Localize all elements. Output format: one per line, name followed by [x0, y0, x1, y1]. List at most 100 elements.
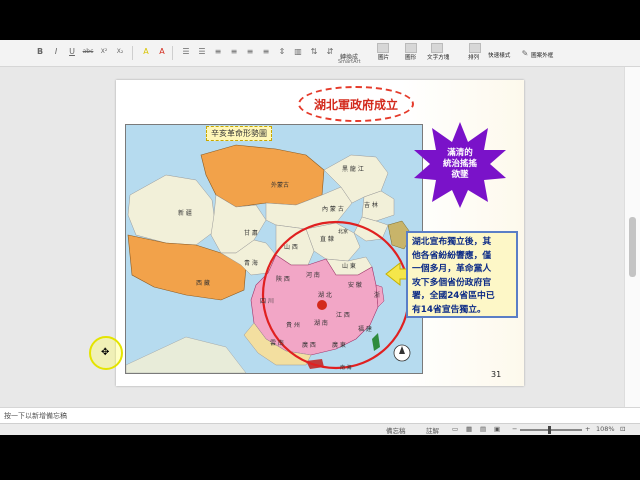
map-label-beijing: 北京	[338, 228, 348, 235]
starburst-line-2: 統治搖搖	[442, 159, 477, 169]
highlight-color-button[interactable]: A	[140, 46, 152, 58]
textbox-button-label[interactable]: 文字方塊	[427, 53, 449, 61]
comments-toggle[interactable]: 註解	[426, 425, 439, 435]
callout-line-2: 他各省紛紛響應，僅	[412, 250, 492, 261]
fengtian-region	[353, 216, 389, 242]
vertical-scrollbar[interactable]	[624, 67, 640, 407]
slide-canvas[interactable]: 湖北軍政府成立 新 疆 外蒙古 黑 龍 江 吉 林 內 蒙 古 甘 肅 青 海 …	[116, 80, 524, 386]
map-label-xinjiang: 新 疆	[178, 209, 192, 217]
underline-button[interactable]: U	[66, 46, 78, 58]
map-title-tag: 辛亥革命形勢圖	[206, 126, 272, 141]
map-label-shandong: 山 東	[342, 262, 356, 270]
map-label-guangxi: 廣 西	[302, 341, 316, 349]
align-left-icon[interactable]: ≡	[212, 46, 224, 58]
ribbon-divider	[172, 46, 173, 60]
subscript-button[interactable]: X₂	[114, 46, 126, 58]
arrange-button-label[interactable]: 排列	[468, 53, 479, 61]
map-label-shanxi: 山 西	[284, 243, 298, 251]
map-label-fujian: 福 建	[358, 325, 372, 333]
map-label-jiangxi: 江 西	[336, 312, 350, 319]
shape-button-label[interactable]: 圖形	[405, 53, 416, 61]
map-label-hunan: 湖 南	[314, 319, 328, 327]
map-label-yunnan: 雲 南	[270, 339, 284, 347]
zoom-slider-handle[interactable]	[548, 426, 551, 434]
starburst-text: 滿清的 統治搖搖 欲墜	[428, 148, 492, 181]
image-button-label[interactable]: 圖片	[378, 53, 389, 61]
cursor-icon: ✥	[101, 347, 110, 358]
taiwan-island	[372, 333, 380, 351]
align-center-icon[interactable]: ≡	[228, 46, 240, 58]
map-label-shaanxi: 陝 西	[276, 275, 290, 283]
formatting-ribbon: B I U abc X² X₂ A A ☰ ☰ ≡ ≡ ≡ ≡ ⇕ ▥ ⇅ ⇵ …	[0, 40, 640, 67]
ribbon-divider	[132, 46, 133, 60]
top-black-bar	[0, 0, 640, 40]
map-label-sichuan: 四 川	[260, 298, 274, 305]
map-label-henan: 河 南	[306, 271, 320, 279]
image-icon[interactable]	[377, 43, 389, 53]
bullets-icon[interactable]: ☰	[180, 46, 192, 58]
zoom-in-icon[interactable]: +	[585, 425, 590, 433]
zoom-out-icon[interactable]: −	[512, 425, 517, 433]
slide-number: 31	[491, 370, 502, 379]
map-label-jilin: 吉 林	[364, 201, 378, 209]
map-label-nanhai: 南 海	[340, 364, 352, 371]
callout-line-6: 有14省宣告獨立。	[412, 304, 486, 315]
map-label-gansu: 甘 肅	[244, 229, 258, 237]
numbering-icon[interactable]: ☰	[196, 46, 208, 58]
revolution-map[interactable]: 新 疆 外蒙古 黑 龍 江 吉 林 內 蒙 古 甘 肅 青 海 西 藏 直 隸 …	[125, 124, 423, 374]
bold-button[interactable]: B	[34, 46, 46, 58]
callout-line-3: 一個多月，革命黨人	[412, 264, 492, 274]
map-label-neimenggu: 內 蒙 古	[322, 205, 344, 213]
strikethrough-button[interactable]: abc	[82, 46, 94, 58]
line-spacing-icon[interactable]: ⇕	[276, 46, 288, 58]
arrange-icon[interactable]	[469, 43, 481, 53]
slide-title: 湖北軍政府成立	[313, 97, 398, 112]
map-label-hubei: 湖 北	[318, 291, 332, 299]
notes-toggle[interactable]: 備忘稿	[386, 425, 406, 435]
slide-title-ellipse[interactable]: 湖北軍政府成立	[298, 86, 414, 122]
quick-style-label[interactable]: 快速樣式	[488, 51, 510, 59]
map-label-qinghai: 青 海	[244, 259, 258, 267]
columns-icon[interactable]: ▥	[292, 46, 304, 58]
map-label-guangdong: 廣 東	[332, 341, 346, 349]
callout-line-1: 湖北宣布獨立後，其	[412, 237, 492, 247]
starburst-line-3: 欲墜	[451, 170, 469, 180]
fit-window-icon[interactable]: ⊡	[620, 425, 625, 433]
callout-line-5: 署，全國24省區中已	[412, 291, 495, 301]
map-label-zhili: 直 隸	[320, 235, 334, 243]
shape-fill-icon[interactable]: ✎	[519, 48, 531, 60]
map-label-zhejiang: 浙	[374, 291, 380, 299]
align-right-icon[interactable]: ≡	[244, 46, 256, 58]
notes-pane[interactable]: 按一下以新增備忘稿	[0, 407, 640, 424]
wuchang-marker	[317, 300, 327, 310]
cursor-highlight: ✥	[89, 336, 123, 370]
justify-icon[interactable]: ≡	[260, 46, 272, 58]
sorter-view-icon[interactable]: ▦	[466, 425, 472, 433]
notes-placeholder[interactable]: 按一下以新增備忘稿	[4, 411, 67, 421]
starburst-line-1: 滿清的	[447, 148, 473, 158]
text-align-icon[interactable]: ⇵	[324, 46, 336, 58]
map-label-heilongjiang: 黑 龍 江	[342, 165, 364, 173]
text-direction-icon[interactable]: ⇅	[308, 46, 320, 58]
shape-icon[interactable]	[405, 43, 417, 53]
smartart-label-sub[interactable]: SmartArt	[338, 59, 361, 65]
italic-button[interactable]: I	[50, 46, 62, 58]
explanation-callout[interactable]: 湖北宣布獨立後，其 他各省紛紛響應，僅 一個多月，革命黨人 攻下多個省份政府官 …	[406, 231, 518, 318]
textbox-icon[interactable]	[431, 43, 443, 53]
superscript-button[interactable]: X²	[98, 46, 110, 58]
scrollbar-thumb[interactable]	[629, 217, 636, 277]
xinjiang-region	[127, 174, 217, 246]
font-color-button[interactable]: A	[156, 46, 168, 58]
shape-outline-label[interactable]: 圖案外框	[531, 51, 553, 59]
normal-view-icon[interactable]: ▭	[452, 425, 458, 433]
reading-view-icon[interactable]: ▤	[480, 425, 486, 433]
china-map-svg: 新 疆 外蒙古 黑 龍 江 吉 林 內 蒙 古 甘 肅 青 海 西 藏 直 隸 …	[126, 144, 413, 373]
zoom-percent[interactable]: 108%	[596, 425, 615, 433]
slideshow-view-icon[interactable]: ▣	[494, 425, 500, 433]
zoom-slider[interactable]	[520, 429, 582, 431]
map-label-anhui: 安 徽	[348, 281, 362, 289]
bottom-black-bar	[0, 435, 640, 480]
callout-line-4: 攻下多個省份政府官	[412, 277, 492, 288]
map-label-waimenggu: 外蒙古	[271, 181, 289, 189]
map-label-guizhou: 貴 州	[286, 321, 300, 329]
